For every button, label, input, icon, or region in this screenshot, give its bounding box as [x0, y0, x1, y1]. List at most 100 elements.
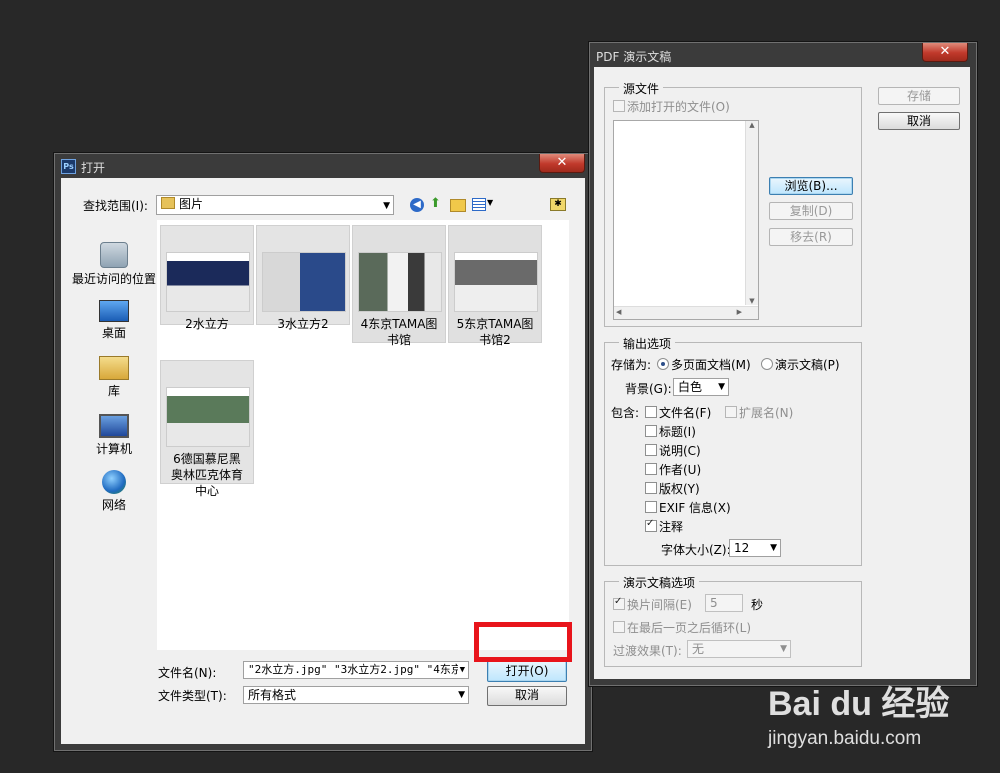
checkbox-label: EXIF 信息(X) [659, 501, 731, 515]
checkbox-label: 扩展名(N) [739, 406, 794, 420]
scroll-down-icon[interactable]: ▼ [746, 297, 758, 305]
cancel-button[interactable]: 取消 [878, 112, 960, 130]
folder-icon [161, 197, 175, 209]
radio-label: 多页面文档(M) [671, 358, 751, 372]
horizontal-scrollbar[interactable]: ◀ ▶ [614, 306, 758, 319]
include-label: 包含: [611, 406, 640, 420]
font-size-label: 字体大小(Z): [661, 543, 731, 557]
multi-page-radio[interactable]: 多页面文档(M) [657, 356, 751, 373]
font-size-value: 12 [734, 541, 750, 555]
new-folder-icon[interactable] [450, 199, 466, 212]
baidu-watermark: Bai du 经验 jingyan.baidu.com [764, 668, 984, 758]
slideshow-group: 演示文稿选项 换片间隔(E) 5 秒 在最后一页之后循环(L) 过渡效果(T):… [604, 574, 862, 667]
description-checkbox[interactable]: 说明(C) [645, 442, 701, 459]
checkbox-box [725, 406, 737, 418]
place-library[interactable]: 库 [61, 356, 167, 399]
place-network[interactable]: 网络 [61, 470, 167, 513]
vertical-scrollbar[interactable]: ▲ ▼ [745, 121, 758, 305]
library-icon [99, 356, 129, 380]
pdf-dialog: PDF 演示文稿 ✕ 源文件 添加打开的文件(O) ▲ ▼ ◀ ▶ 浏览(B).… [589, 42, 977, 686]
filetype-label: 文件类型(T): [158, 689, 227, 703]
image-thumbnail [454, 252, 538, 312]
back-icon[interactable]: ◀ [410, 198, 424, 212]
transition-label: 过渡效果(T): [613, 644, 682, 658]
filetype-select[interactable]: 所有格式 ▼ [243, 686, 469, 704]
notes-checkbox[interactable]: 注释 [645, 518, 683, 535]
place-recent[interactable]: 最近访问的位置 [61, 242, 167, 287]
file-item[interactable]: 5东京TAMA图书馆2 [448, 225, 542, 347]
chevron-down-icon: ▼ [780, 644, 787, 654]
favorites-folder-icon[interactable]: ✱ [550, 198, 566, 211]
background-select[interactable]: 白色 ▼ [673, 378, 729, 396]
file-item[interactable]: 4东京TAMA图书馆 [352, 225, 446, 347]
add-open-files-checkbox[interactable]: 添加打开的文件(O) [613, 98, 730, 115]
advance-value: 5 [710, 596, 718, 610]
chevron-down-icon: ▼ [383, 201, 390, 211]
chevron-down-icon: ▼ [457, 662, 465, 678]
transition-value: 无 [692, 642, 705, 656]
scroll-up-icon[interactable]: ▲ [746, 121, 758, 131]
browse-button[interactable]: 浏览(B)... [769, 177, 853, 195]
advance-checkbox[interactable]: 换片间隔(E) [613, 596, 692, 613]
lookin-label: 查找范围(I): [83, 199, 148, 213]
pdf-dialog-body: 源文件 添加打开的文件(O) ▲ ▼ ◀ ▶ 浏览(B)... 复制(D) 移去… [594, 67, 970, 679]
chevron-down-icon: ▼ [770, 543, 777, 553]
checkbox-label: 说明(C) [659, 444, 701, 458]
checkbox-box [645, 501, 657, 513]
font-size-select[interactable]: 12 ▼ [729, 539, 781, 557]
scroll-left-icon[interactable]: ◀ [616, 308, 621, 316]
baidu-url: jingyan.baidu.com [768, 728, 922, 749]
file-item[interactable]: 2水立方 [160, 225, 254, 331]
highlight-box [474, 622, 572, 662]
close-button[interactable]: ✕ [922, 43, 968, 62]
filename-label: 文件名(N): [158, 666, 217, 680]
image-thumbnail [358, 252, 442, 312]
computer-icon [99, 414, 129, 438]
advance-input[interactable]: 5 [705, 594, 743, 612]
source-file-list[interactable]: ▲ ▼ ◀ ▶ [613, 120, 759, 320]
view-menu-chevron-icon[interactable]: ▼ [487, 198, 493, 207]
scroll-right-icon[interactable]: ▶ [737, 308, 742, 316]
file-item[interactable]: 6德国慕尼黑奥林匹克体育中心 [160, 360, 254, 498]
file-list[interactable]: 2水立方 3水立方2 4东京TAMA图书馆 5东京TAMA图书馆2 6德国慕尼黑… [157, 220, 569, 650]
open-dialog-titlebar[interactable]: Ps 打开 ✕ [55, 154, 591, 178]
checkbox-box [645, 518, 657, 532]
filename-input[interactable]: "2水立方.jpg" "3水立方2.jpg" "4东京TA ▼ [243, 661, 469, 679]
checkbox-box [613, 100, 625, 112]
filetype-value: 所有格式 [248, 688, 297, 702]
place-label: 网络 [101, 498, 126, 512]
up-folder-icon[interactable]: ⬆ [430, 197, 444, 211]
extension-checkbox[interactable]: 扩展名(N) [725, 404, 793, 421]
view-menu-icon[interactable] [472, 198, 486, 211]
cancel-button[interactable]: 取消 [487, 686, 567, 706]
background-value: 白色 [678, 380, 703, 394]
copyright-checkbox[interactable]: 版权(Y) [645, 480, 700, 497]
network-icon [102, 470, 126, 494]
file-item[interactable]: 3水立方2 [256, 225, 350, 331]
file-name: 6德国慕尼黑奥林匹克体育中心 [170, 452, 243, 498]
title-checkbox[interactable]: 标题(I) [645, 423, 696, 440]
place-desktop[interactable]: 桌面 [61, 300, 167, 341]
open-button[interactable]: 打开(O) [487, 660, 567, 682]
exif-checkbox[interactable]: EXIF 信息(X) [645, 499, 731, 516]
filename-checkbox[interactable]: 文件名(F) [645, 404, 711, 421]
chevron-down-icon: ▼ [718, 382, 725, 392]
checkbox-label: 在最后一页之后循环(L) [627, 621, 752, 635]
lookin-select[interactable]: 图片 ▼ [156, 195, 394, 215]
remove-button[interactable]: 移去(R) [769, 228, 853, 246]
close-button[interactable]: ✕ [539, 154, 585, 173]
transition-select[interactable]: 无 ▼ [687, 640, 791, 658]
presentation-radio[interactable]: 演示文稿(P) [761, 356, 840, 373]
checkbox-box [645, 425, 657, 437]
recent-places-icon [100, 242, 128, 268]
author-checkbox[interactable]: 作者(U) [645, 461, 701, 478]
checkbox-label: 添加打开的文件(O) [627, 100, 730, 114]
save-button[interactable]: 存储 [878, 87, 960, 105]
duplicate-button[interactable]: 复制(D) [769, 202, 853, 220]
output-group: 输出选项 存储为: 多页面文档(M) 演示文稿(P) 背景(G): 白色 ▼ 包… [604, 335, 862, 566]
source-group: 源文件 添加打开的文件(O) ▲ ▼ ◀ ▶ 浏览(B)... 复制(D) 移去… [604, 80, 862, 327]
pdf-dialog-titlebar[interactable]: PDF 演示文稿 ✕ [590, 43, 976, 67]
baidu-logo: Bai du 经验 [768, 685, 950, 723]
place-computer[interactable]: 计算机 [61, 414, 167, 457]
loop-checkbox[interactable]: 在最后一页之后循环(L) [613, 619, 751, 636]
